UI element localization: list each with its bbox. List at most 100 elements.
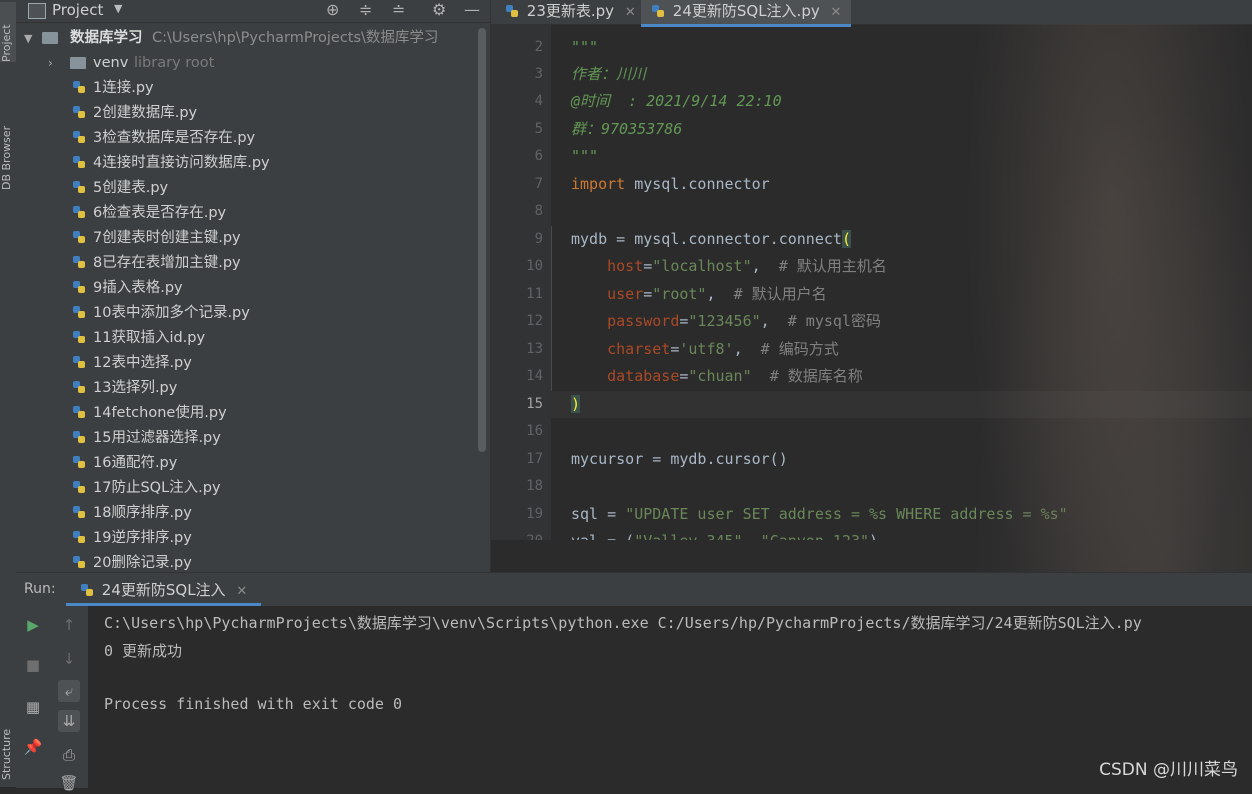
root-folder-name: 数据库学习 [70, 30, 143, 46]
python-file-icon [72, 501, 89, 526]
python-file-icon [72, 476, 89, 501]
tree-file-row[interactable]: 15用过滤器选择.py [16, 426, 490, 451]
tab-23-update-table[interactable]: 23更新表.py ✕ [505, 0, 636, 24]
python-file-icon [72, 176, 89, 201]
tree-file-row[interactable]: 12表中选择.py [16, 351, 490, 376]
file-name: 6检查表是否存在.py [93, 205, 227, 221]
run-config-tab[interactable]: 24更新防SQL注入 ✕ [66, 573, 262, 606]
tree-file-row[interactable]: 20删除记录.py [16, 551, 490, 572]
code-line: 4 @时间 : 2021/9/14 22:10 [534, 92, 782, 110]
tree-file-row[interactable]: 11获取插入id.py [16, 326, 490, 351]
code-line: 7 import mysql.connector [534, 175, 770, 193]
structure-tool-tab[interactable]: Structure [0, 690, 16, 780]
run-tab-label: 24更新防SQL注入 [101, 581, 226, 599]
code-line: 10 host="localhost", # 默认用主机名 [526, 257, 887, 275]
tree-file-row[interactable]: 2创建数据库.py [16, 101, 490, 126]
collapse-all-icon[interactable]: ≐ [392, 0, 405, 19]
code-line: 19 sql = "UPDATE user SET address = %s WH… [526, 505, 1068, 523]
file-name: 16通配符.py [93, 455, 178, 471]
tree-file-row[interactable]: 6检查表是否存在.py [16, 201, 490, 226]
folder-icon [70, 57, 86, 69]
down-arrow-icon[interactable]: ↓ [58, 648, 80, 670]
console-output[interactable]: C:\Users\hp\PycharmProjects\数据库学习\venv\S… [104, 606, 1252, 788]
tree-file-row[interactable]: 19逆序排序.py [16, 526, 490, 551]
chevron-down-icon[interactable]: ▼ [114, 2, 122, 15]
file-name: 20删除记录.py [93, 555, 192, 571]
file-name: 7创建表时创建主键.py [93, 230, 241, 246]
tree-file-row[interactable]: 7创建表时创建主键.py [16, 226, 490, 251]
file-name: 12表中选择.py [93, 355, 192, 371]
code-line: 6 """ [534, 147, 599, 165]
project-tool-tab[interactable]: Project [0, 2, 16, 62]
db-browser-tool-tab[interactable]: DB Browser [0, 90, 16, 190]
python-file-icon [72, 201, 89, 226]
file-name: 18顺序排序.py [93, 505, 192, 521]
venv-hint: library root [134, 55, 215, 71]
tree-file-row[interactable]: 8已存在表增加主键.py [16, 251, 490, 276]
code-line: 12 password="123456", # mysql密码 [526, 312, 881, 330]
project-view-selector[interactable]: Project [52, 1, 103, 19]
file-name: 5创建表.py [93, 180, 169, 196]
python-file-icon [72, 401, 89, 426]
rerun-icon[interactable]: ▶ [22, 614, 44, 636]
stop-icon[interactable]: ■ [22, 654, 44, 676]
tree-file-row[interactable]: 17防止SQL注入.py [16, 476, 490, 501]
up-arrow-icon[interactable]: ↑ [58, 614, 80, 636]
editor-tab-bar: 23更新表.py ✕ 24更新防SQL注入.py ✕ [491, 0, 1252, 27]
python-file-icon [72, 301, 89, 326]
code-line: 3 作者：川川 [534, 65, 647, 83]
file-name: 4连接时直接访问数据库.py [93, 155, 270, 171]
tree-file-row[interactable]: 1连接.py [16, 76, 490, 101]
minimize-icon[interactable]: — [464, 0, 480, 19]
scroll-to-end-icon[interactable]: ⇊ [58, 710, 80, 732]
print-icon[interactable]: ⎙ [58, 744, 80, 766]
trash-icon[interactable]: 🗑 [58, 772, 80, 794]
chevron-down-icon[interactable]: ▼ [24, 26, 32, 51]
console-line: C:\Users\hp\PycharmProjects\数据库学习\venv\S… [104, 614, 1142, 632]
tree-file-row[interactable]: 13选择列.py [16, 376, 490, 401]
file-name: 14fetchone使用.py [93, 405, 227, 421]
close-icon[interactable]: ✕ [236, 584, 247, 599]
pin-icon[interactable]: 📌 [22, 736, 44, 758]
locate-icon[interactable]: ⊕ [326, 0, 339, 19]
file-name: 13选择列.py [93, 380, 178, 396]
tree-file-row[interactable]: 9插入表格.py [16, 276, 490, 301]
gear-icon[interactable]: ⚙ [432, 0, 446, 19]
python-file-icon [81, 584, 93, 596]
code-line: 5 群：970353786 [534, 120, 683, 138]
file-name: 8已存在表增加主键.py [93, 255, 241, 271]
expand-all-icon[interactable]: ≑ [359, 0, 372, 19]
file-name: 2创建数据库.py [93, 105, 198, 121]
run-label: Run: [24, 581, 56, 597]
code-area[interactable]: 2 """ 3 作者：川川 4 @时间 : 2021/9/14 22:10 5 群：97… [526, 24, 1252, 550]
file-name: 3检查数据库是否存在.py [93, 130, 256, 146]
tree-file-row[interactable]: 4连接时直接访问数据库.py [16, 151, 490, 176]
tree-file-row[interactable]: 5创建表.py [16, 176, 490, 201]
code-editor: 23更新表.py ✕ 24更新防SQL注入.py ✕ 2 """ 3 作者：川川 4… [490, 0, 1252, 572]
close-icon[interactable]: ✕ [625, 5, 636, 20]
tree-venv-row[interactable]: › venv library root [16, 51, 490, 76]
tree-file-row[interactable]: 3检查数据库是否存在.py [16, 126, 490, 151]
soft-wrap-icon[interactable]: ⤶ [58, 680, 80, 702]
project-panel-header: Project ▼ ⊕ ≑ ≐ ⚙ — [16, 0, 490, 23]
tree-file-row[interactable]: 14fetchone使用.py [16, 401, 490, 426]
python-file-icon [72, 526, 89, 551]
csdn-watermark: CSDN @川川菜鸟 [1099, 760, 1238, 780]
editor-bottom-area [491, 540, 1252, 572]
chevron-right-icon[interactable]: › [48, 51, 53, 76]
tree-file-row[interactable]: 16通配符.py [16, 451, 490, 476]
tree-file-row[interactable]: 18顺序排序.py [16, 501, 490, 526]
console-line: Process finished with exit code 0 [104, 695, 403, 713]
tree-root-row[interactable]: ▼ 数据库学习 C:\Users\hp\PycharmProjects\数据库学… [16, 26, 490, 51]
code-line: 2 """ [534, 38, 599, 56]
close-icon[interactable]: ✕ [831, 5, 842, 20]
code-line: 11 user="root", # 默认用户名 [526, 285, 827, 303]
tree-scrollbar[interactable] [478, 28, 486, 452]
file-name: 9插入表格.py [93, 280, 183, 296]
python-file-icon [72, 101, 89, 126]
tree-file-row[interactable]: 10表中添加多个记录.py [16, 301, 490, 326]
layout-icon[interactable]: ▦ [22, 696, 44, 718]
python-file-icon [72, 351, 89, 376]
tab-24-update-anti-sql-injection[interactable]: 24更新防SQL注入.py ✕ [641, 0, 852, 27]
file-name: 11获取插入id.py [93, 330, 206, 346]
